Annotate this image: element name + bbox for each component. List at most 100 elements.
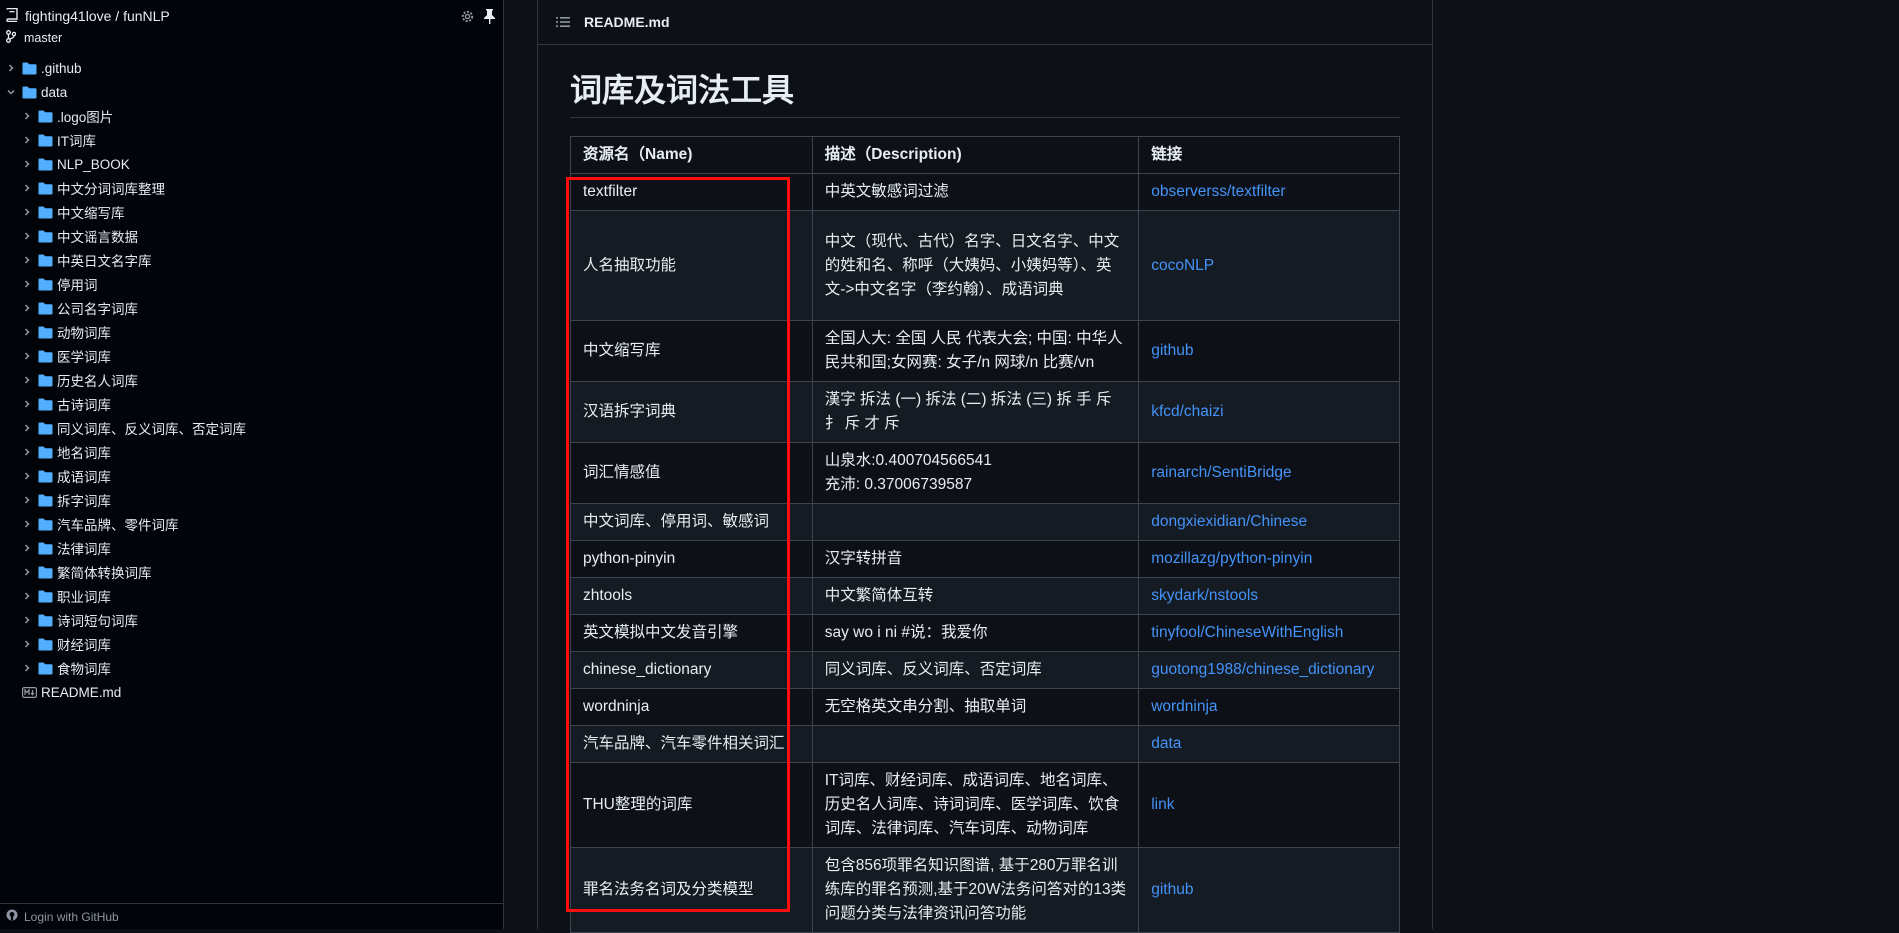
sidebar-header-actions: [460, 8, 496, 29]
resource-link[interactable]: github: [1151, 342, 1193, 359]
table-row: 中文缩写库 全国人大: 全国 人民 代表大会; 中国: 中华人民共和国;女网赛: …: [570, 320, 1400, 382]
chevron-right-icon: [19, 660, 35, 676]
table-row: wordninja 无空格英文串分割、抽取单词 wordninja: [570, 688, 1400, 726]
tree-folder-item[interactable]: 历史名人词库: [0, 368, 504, 392]
sidebar-footer[interactable]: Login with GitHub: [0, 903, 504, 929]
sidebar-header: fighting41love / funNLP master: [0, 0, 504, 52]
tree-folder-item[interactable]: 食物词库: [0, 656, 504, 680]
resource-description: 同义词库、反义词库、否定词库: [811, 651, 1140, 689]
repo-name: fighting41love / funNLP: [25, 8, 170, 24]
resource-link[interactable]: link: [1151, 796, 1174, 813]
tree-item-label: 汽车品牌、零件词库: [57, 518, 179, 533]
chevron-right-icon: [19, 228, 35, 244]
chevron-right-icon: [19, 108, 35, 124]
tree-folder-item[interactable]: 拆字词库: [0, 488, 504, 512]
tree-folder-item[interactable]: 繁简体转换词库: [0, 560, 504, 584]
resource-link[interactable]: dongxiexidian/Chinese: [1151, 513, 1307, 530]
resource-name: zhtools: [570, 577, 813, 615]
chevron-right-icon: [19, 300, 35, 316]
resource-link[interactable]: wordninja: [1151, 698, 1217, 715]
table-row: 词汇情感值 山泉水:0.400704566541 充沛: 0.3700673958…: [570, 442, 1400, 504]
tree-item-label: 同义词库、反义词库、否定词库: [57, 422, 246, 437]
gear-icon[interactable]: [460, 9, 475, 29]
markdown-file-icon: [21, 684, 37, 700]
chevron-right-icon: [19, 492, 35, 508]
table-row: 罪名法务名词及分类模型 包含856项罪名知识图谱, 基于280万罪名训练库的罪名预…: [570, 847, 1400, 933]
resource-name: chinese_dictionary: [570, 651, 813, 689]
login-link[interactable]: Login with GitHub: [24, 910, 119, 924]
resource-link[interactable]: mozillazg/python-pinyin: [1151, 550, 1312, 567]
resource-link[interactable]: skydark/nstools: [1151, 587, 1258, 604]
resource-link[interactable]: github: [1151, 881, 1193, 898]
tree-folder-item[interactable]: 中文分词词库整理: [0, 176, 504, 200]
resource-name: python-pinyin: [570, 540, 813, 578]
table-row: python-pinyin 汉字转拼音 mozillazg/python-pinyi…: [570, 540, 1400, 578]
tree-folder-item[interactable]: 中文谣言数据: [0, 224, 504, 248]
chevron-right-icon: [19, 204, 35, 220]
table-row: zhtools 中文繁简体互转 skydark/nstools: [570, 577, 1400, 615]
tree-item-label: data: [41, 84, 68, 100]
resource-link-cell: github: [1138, 320, 1400, 382]
resource-description: 中文繁简体互转: [811, 577, 1140, 615]
resource-name: 英文模拟中文发音引擎: [570, 614, 813, 652]
tree-folder-item[interactable]: 汽车品牌、零件词库: [0, 512, 504, 536]
tree-folder-item[interactable]: .logo图片: [0, 104, 504, 128]
resource-name: 中文词库、停用词、敏感词: [570, 503, 813, 541]
tree-folder-item[interactable]: 医学词库: [0, 344, 504, 368]
tree-folder-item[interactable]: 地名词库: [0, 440, 504, 464]
table-row: 英文模拟中文发音引擎 say wo i ni #说：我爱你 tinyfool/Chi…: [570, 614, 1400, 652]
folder-icon: [37, 228, 53, 244]
resource-link[interactable]: data: [1151, 735, 1181, 752]
tree-folder-item[interactable]: 法律词库: [0, 536, 504, 560]
chevron-down-icon: [3, 84, 19, 100]
tree-file-item[interactable]: README.md: [0, 680, 504, 704]
tree-folder-item[interactable]: 停用词: [0, 272, 504, 296]
chevron-right-icon: [19, 276, 35, 292]
resource-link-cell: cocoNLP: [1138, 210, 1400, 321]
tree-item-label: IT词库: [57, 134, 96, 149]
tree-folder-item[interactable]: NLP_BOOK: [0, 152, 504, 176]
table-row: 中文词库、停用词、敏感词 dongxiexidian/Chinese: [570, 503, 1400, 541]
pin-icon[interactable]: [483, 8, 496, 29]
chevron-right-icon: [19, 156, 35, 172]
tree-folder-item[interactable]: 中英日文名字库: [0, 248, 504, 272]
tree-folder-item[interactable]: 公司名字词库: [0, 296, 504, 320]
tree-item-label: 财经词库: [57, 638, 111, 653]
resource-link[interactable]: cocoNLP: [1151, 257, 1214, 274]
tree-folder-item[interactable]: 动物词库: [0, 320, 504, 344]
readme-header: README.md: [538, 0, 1432, 45]
resource-name: 汽车品牌、汽车零件相关词汇: [570, 725, 813, 763]
resource-link[interactable]: observerss/textfilter: [1151, 183, 1285, 200]
tree-item-label: 中文谣言数据: [57, 230, 138, 245]
folder-icon: [37, 588, 53, 604]
tree-folder-item[interactable]: IT词库: [0, 128, 504, 152]
repo-icon: [6, 7, 18, 25]
resource-link-cell: rainarch/SentiBridge: [1138, 442, 1400, 504]
tree-folder-item[interactable]: 职业词库: [0, 584, 504, 608]
folder-icon: [37, 204, 53, 220]
tree-folder-item[interactable]: 古诗词库: [0, 392, 504, 416]
resource-link-cell: data: [1138, 725, 1400, 763]
tree-folder-item[interactable]: .github: [0, 56, 504, 80]
outline-list-icon[interactable]: [556, 16, 570, 28]
tree-folder-item[interactable]: 诗词短句词库: [0, 608, 504, 632]
folder-icon: [37, 396, 53, 412]
resource-description: 中英文敏感词过滤: [811, 173, 1140, 211]
chevron-right-icon: [19, 540, 35, 556]
tree-folder-item[interactable]: data: [0, 80, 504, 104]
chevron-right-icon: [19, 444, 35, 460]
tree-item-label: 地名词库: [57, 446, 111, 461]
tree-folder-item[interactable]: 中文缩写库: [0, 200, 504, 224]
tree-folder-item[interactable]: 同义词库、反义词库、否定词库: [0, 416, 504, 440]
resource-link[interactable]: guotong1988/chinese_dictionary: [1151, 661, 1374, 678]
resource-link[interactable]: rainarch/SentiBridge: [1151, 464, 1291, 481]
resource-link[interactable]: kfcd/chaizi: [1151, 403, 1223, 420]
resource-link[interactable]: tinyfool/ChineseWithEnglish: [1151, 624, 1343, 641]
tree-item-label: .logo图片: [57, 110, 114, 125]
tree-folder-item[interactable]: 成语词库: [0, 464, 504, 488]
chevron-right-icon: [19, 636, 35, 652]
branch-selector[interactable]: master: [6, 30, 62, 46]
readme-filename: README.md: [584, 14, 670, 30]
tree-folder-item[interactable]: 财经词库: [0, 632, 504, 656]
repo-title[interactable]: fighting41love / funNLP: [6, 7, 170, 25]
